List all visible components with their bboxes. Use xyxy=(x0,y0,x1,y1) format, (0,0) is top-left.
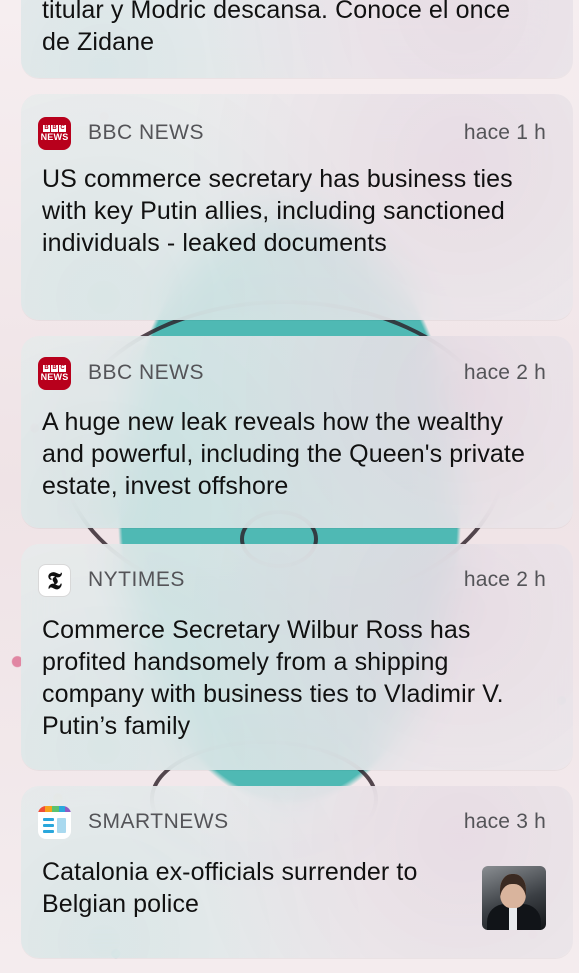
bbc-logo-label: NEWS xyxy=(40,371,69,382)
notification-body: US commerce secretary has business ties … xyxy=(42,165,513,257)
notification-body: titular y Modric descansa. Conoce el onc… xyxy=(42,0,511,56)
app-name: SMARTNEWS xyxy=(88,810,229,833)
notification-card[interactable]: B B C NEWS BBC NEWS hace 2 h A huge new … xyxy=(21,336,573,528)
app-name: NYTIMES xyxy=(88,568,185,591)
notification-time: hace 3 h xyxy=(463,810,546,833)
smartnews-icon xyxy=(38,805,71,839)
notification-header: SMARTNEWS hace 3 h xyxy=(38,805,546,839)
app-name: BBC NEWS xyxy=(88,361,205,384)
notification-card[interactable]: SMARTNEWS hace 3 h Catalonia ex-official… xyxy=(21,786,573,958)
bbc-logo-blocks: B B C xyxy=(43,364,66,372)
notification-body: Commerce Secretary Wilbur Ross has profi… xyxy=(42,616,504,740)
notification-card[interactable]: 𝕿 NYTIMES hace 2 h Commerce Secretary Wi… xyxy=(21,544,573,770)
app-name: BBC NEWS xyxy=(88,121,205,144)
news-thumbnail-image xyxy=(482,866,546,930)
bbc-logo-label: NEWS xyxy=(40,131,69,142)
notification-body: A huge new leak reveals how the wealthy … xyxy=(42,408,525,500)
bbc-news-icon: B B C NEWS xyxy=(38,116,71,150)
notification-header: B B C NEWS BBC NEWS hace 1 h xyxy=(38,116,546,150)
notification-card[interactable]: B B C NEWS BBC NEWS hace 1 h US commerce… xyxy=(21,94,573,320)
bbc-logo-blocks: B B C xyxy=(43,124,66,132)
notification-header: 𝕿 NYTIMES hace 2 h xyxy=(38,563,546,597)
nytimes-icon: 𝕿 xyxy=(38,563,71,597)
notification-card[interactable]: titular y Modric descansa. Conoce el onc… xyxy=(21,0,573,78)
notification-time: hace 1 h xyxy=(463,121,546,144)
notification-body: Catalonia ex-officials surrender to Belg… xyxy=(42,858,418,918)
notification-header: B B C NEWS BBC NEWS hace 2 h xyxy=(38,356,546,390)
bbc-news-icon: B B C NEWS xyxy=(38,356,71,390)
notification-time: hace 2 h xyxy=(463,568,546,591)
notification-time: hace 2 h xyxy=(463,361,546,384)
